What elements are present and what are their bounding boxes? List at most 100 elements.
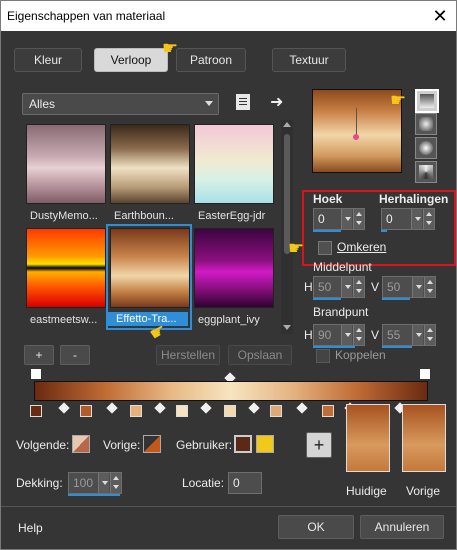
color-stop[interactable] (130, 405, 142, 417)
background-color-button[interactable] (143, 435, 161, 453)
link-checkbox[interactable] (316, 349, 330, 363)
center-h-dropdown-icon[interactable] (341, 277, 352, 297)
color-stop[interactable] (30, 405, 42, 417)
opacity-stepper[interactable] (110, 473, 121, 493)
linear-gradient-icon (420, 94, 434, 108)
opacity-field[interactable]: 100 (68, 472, 122, 494)
center-h-slider[interactable] (313, 298, 341, 300)
save-button[interactable]: Opslaan (228, 345, 292, 365)
center-v-field[interactable]: 50 (382, 276, 436, 298)
gradient-direction-line (356, 108, 357, 136)
focal-v-label: V (371, 328, 380, 342)
close-icon: ✕ (432, 6, 448, 26)
tab-kleur[interactable]: Kleur (14, 48, 82, 72)
cancel-button[interactable]: Annuleren (360, 515, 444, 539)
tab-verloop[interactable]: Verloop (94, 48, 168, 72)
color-stop[interactable] (322, 405, 334, 417)
add-to-swatches-button[interactable]: + (306, 432, 332, 458)
chevron-down-icon (205, 101, 213, 106)
help-link[interactable]: Help (18, 521, 43, 535)
pointing-hand-icon: ☛ (288, 238, 305, 258)
scroll-up-icon[interactable] (283, 122, 291, 127)
gradient-thumb[interactable] (26, 124, 106, 204)
focal-v-value: 55 (387, 328, 401, 342)
rectangular-style-button[interactable] (415, 113, 437, 135)
color-stop[interactable] (224, 405, 236, 417)
focal-v-field[interactable]: 55 (382, 324, 436, 346)
current-swatch[interactable] (346, 404, 390, 472)
scroll-down-icon[interactable] (283, 325, 291, 330)
resource-manager-icon[interactable] (236, 94, 250, 110)
center-v-dropdown-icon[interactable] (412, 277, 423, 297)
reset-button[interactable]: Herstellen (156, 345, 220, 365)
tab-patroon[interactable]: Patroon (176, 48, 246, 72)
button-label: Herstellen (160, 348, 216, 362)
opacity-dropdown-icon[interactable] (98, 473, 109, 493)
focal-h-stepper[interactable] (353, 325, 364, 345)
repeats-label: Herhalingen (379, 192, 449, 206)
tab-textuur[interactable]: Textuur (272, 48, 346, 72)
color-stop[interactable] (176, 405, 188, 417)
repeats-stepper[interactable] (423, 209, 434, 229)
plus-icon: + (313, 435, 325, 455)
gradient-thumb-selected[interactable] (110, 228, 190, 308)
gradient-label: DustyMemo... (30, 210, 98, 222)
center-v-slider[interactable] (382, 298, 410, 300)
button-label: OK (307, 520, 325, 534)
repeats-field[interactable]: 0 (381, 208, 435, 230)
gradient-thumb[interactable] (194, 124, 274, 204)
focal-h-label: H (304, 328, 313, 342)
previous-swatch[interactable] (402, 404, 446, 472)
user-color-swatch[interactable] (234, 435, 252, 453)
focal-v-stepper[interactable] (424, 325, 435, 345)
invert-checkbox[interactable] (318, 241, 332, 255)
focal-point-handle[interactable] (353, 134, 359, 140)
category-dropdown[interactable]: Alles (22, 93, 219, 115)
gradient-stop-bar[interactable] (34, 381, 428, 401)
opacity-stop-end[interactable] (419, 368, 431, 380)
gradient-thumb[interactable] (194, 228, 274, 308)
gradient-list-scrollbar[interactable] (281, 120, 293, 334)
center-v-label: V (371, 280, 380, 294)
gradient-thumb[interactable] (110, 124, 190, 204)
angle-dropdown-icon[interactable] (341, 209, 352, 229)
center-h-field[interactable]: 50 (313, 276, 365, 298)
gradient-label: eggplant_ivy (198, 314, 260, 326)
linear-style-button[interactable] (415, 89, 439, 113)
opacity-stop-start[interactable] (30, 368, 42, 380)
gradient-label: eastmeetsw... (30, 314, 98, 326)
center-h-stepper[interactable] (353, 277, 364, 297)
center-v-value: 50 (387, 280, 401, 294)
scrollbar-thumb[interactable] (284, 134, 290, 254)
angle-slider[interactable] (313, 230, 341, 232)
focal-h-dropdown-icon[interactable] (341, 325, 352, 345)
center-v-stepper[interactable] (424, 277, 435, 297)
opacity-slider[interactable] (68, 494, 120, 496)
focal-v-dropdown-icon[interactable] (412, 325, 423, 345)
angle-field[interactable]: 0 (313, 208, 365, 230)
pointing-hand-icon: ☛ (390, 90, 407, 110)
foreground-color-button[interactable] (72, 435, 90, 453)
repeats-slider[interactable] (381, 230, 387, 232)
location-field[interactable]: 0 (228, 472, 262, 494)
arrow-right-icon[interactable]: ➜ (270, 92, 283, 112)
button-label: Opslaan (237, 348, 283, 362)
radial-style-button[interactable] (415, 137, 437, 159)
focal-v-slider[interactable] (382, 346, 412, 348)
add-gradient-button[interactable]: + (24, 345, 54, 365)
repeats-dropdown-icon[interactable] (411, 209, 422, 229)
sunburst-style-button[interactable] (415, 161, 437, 183)
user-color-button[interactable] (256, 435, 274, 453)
gradient-preview[interactable] (312, 89, 402, 173)
background-label: Vorige: (103, 438, 141, 452)
gradient-thumb[interactable] (26, 228, 106, 308)
color-stop[interactable] (270, 405, 282, 417)
color-stop[interactable] (80, 405, 92, 417)
close-button[interactable]: ✕ (429, 5, 451, 27)
remove-gradient-button[interactable]: - (60, 345, 90, 365)
tab-label: Kleur (33, 53, 62, 67)
pointing-hand-icon: ☛ (162, 38, 179, 58)
ok-button[interactable]: OK (278, 515, 354, 539)
focal-h-field[interactable]: 90 (313, 324, 365, 346)
angle-stepper[interactable] (353, 209, 364, 229)
